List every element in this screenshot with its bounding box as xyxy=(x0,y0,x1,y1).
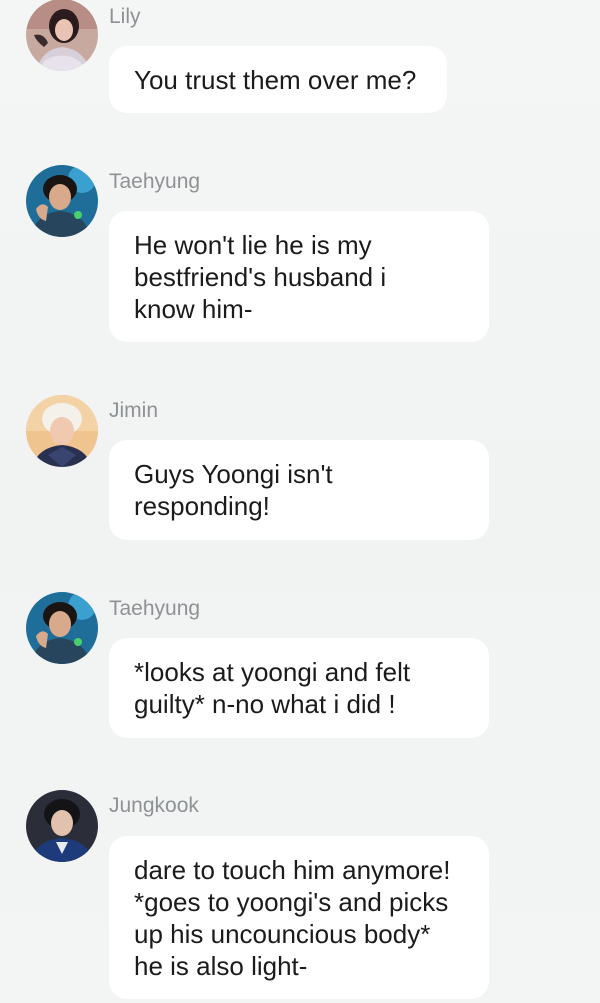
profile-photo-icon xyxy=(26,395,98,467)
avatar[interactable] xyxy=(26,0,98,71)
message-bubble[interactable]: Guys Yoongi isn't responding! xyxy=(109,440,489,540)
message-bubble[interactable]: He won't lie he is my bestfriend's husba… xyxy=(109,211,489,342)
profile-photo-icon xyxy=(26,165,98,237)
profile-photo-icon xyxy=(26,790,98,862)
sender-name: Taehyung xyxy=(109,170,201,193)
profile-photo-icon xyxy=(26,592,98,664)
chat-thread[interactable]: Lily You trust them over me? Taehyung He… xyxy=(0,0,600,1003)
sender-name: Taehyung xyxy=(109,597,201,620)
avatar[interactable] xyxy=(26,395,98,467)
avatar[interactable] xyxy=(26,790,98,862)
sender-name: Lily xyxy=(109,5,141,28)
sender-name: Jungkook xyxy=(109,794,199,817)
sender-name: Jimin xyxy=(109,399,159,422)
message-bubble[interactable]: *looks at yoongi and felt guilty* n-no w… xyxy=(109,638,489,738)
avatar[interactable] xyxy=(26,592,98,664)
avatar[interactable] xyxy=(26,165,98,237)
message-bubble[interactable]: dare to touch him anymore! *goes to yoon… xyxy=(109,836,489,999)
profile-photo-icon xyxy=(26,0,98,71)
message-bubble[interactable]: You trust them over me? xyxy=(109,46,447,113)
